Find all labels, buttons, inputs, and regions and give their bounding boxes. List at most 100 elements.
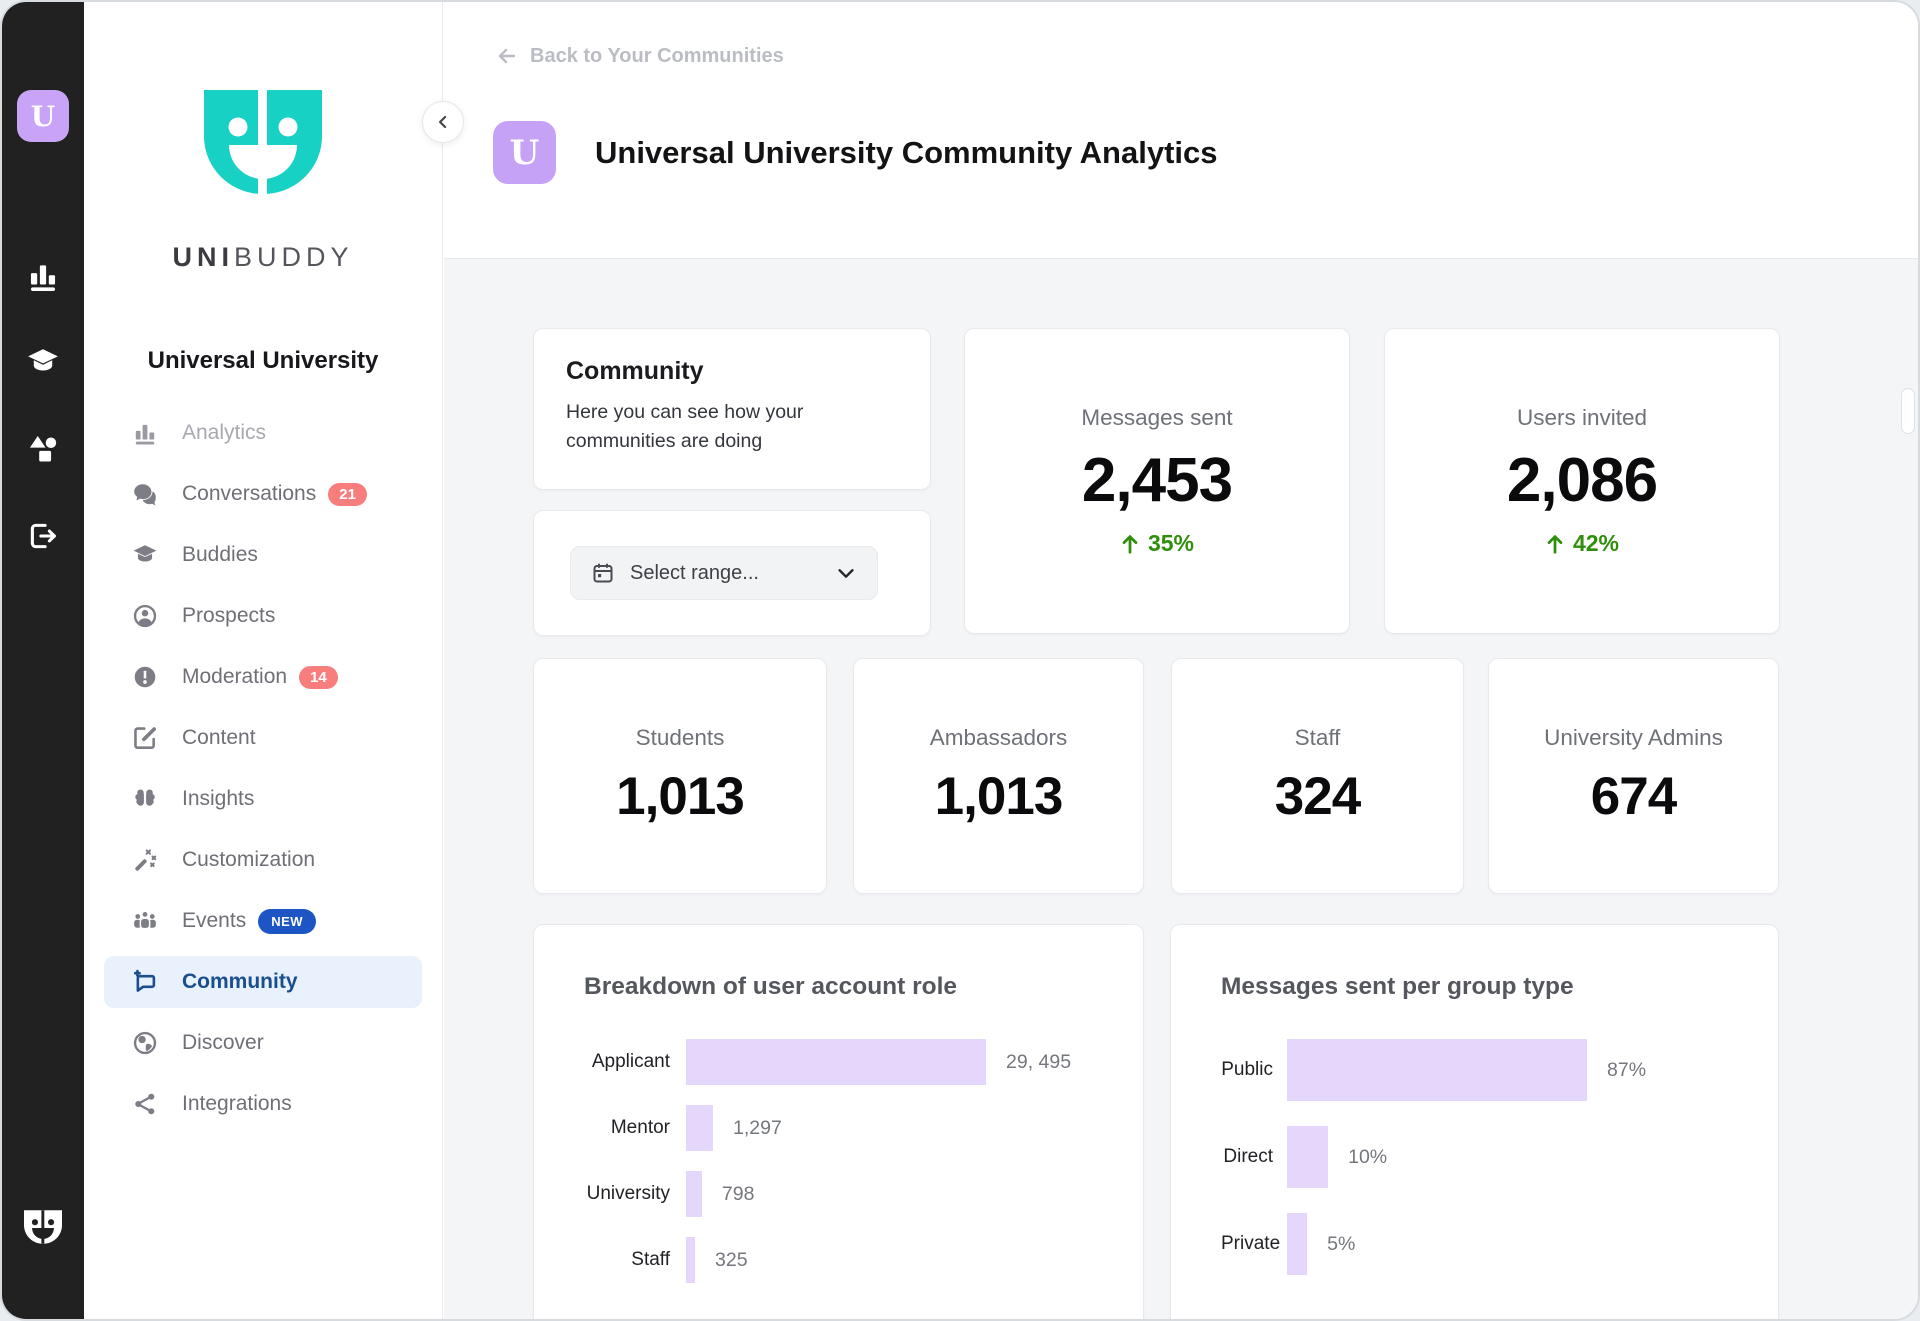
shapes-icon[interactable] [26, 432, 60, 466]
count-value: 674 [1590, 767, 1677, 826]
count-value: 1,013 [616, 767, 745, 826]
person-circle-icon [132, 603, 158, 629]
chart-title: Breakdown of user account role [584, 973, 958, 1000]
kpi-value: 2,453 [1081, 446, 1233, 515]
bar-applicant [686, 1039, 986, 1085]
sidebar-item-buddies[interactable]: Buddies [104, 529, 422, 581]
bar-public [1287, 1039, 1587, 1101]
integrations-icon [132, 1091, 158, 1117]
sidebar-item-community[interactable]: Community [104, 956, 422, 1008]
brand-wordmark-bold: UNI [172, 242, 234, 272]
chart-row: Private 5% [1221, 1213, 1728, 1275]
sidebar-item-integrations[interactable]: Integrations [104, 1078, 422, 1130]
sidebar-item-events[interactable]: Events NEW [104, 895, 422, 947]
chevron-left-icon [439, 115, 447, 129]
kpi-change-value: 35% [1147, 530, 1195, 556]
sidebar-item-customization[interactable]: Customization [104, 834, 422, 886]
moderation-count-badge: 14 [299, 665, 338, 689]
count-label: Students [635, 725, 725, 750]
unibuddy-logo [204, 90, 322, 199]
page-title: Universal University Community Analytics [595, 134, 1218, 170]
chevron-down-icon [835, 562, 857, 584]
sidebar-item-label: Conversations [182, 482, 317, 505]
intro-description: Here you can see how your communities ar… [566, 401, 804, 453]
count-label: Ambassadors [929, 725, 1068, 750]
sidebar-item-label: Discover [182, 1031, 264, 1054]
sidebar-item-analytics[interactable]: Analytics [104, 407, 422, 459]
conversations-count-badge: 21 [328, 482, 367, 506]
community-intro-card: Community Here you can see how your comm… [533, 328, 931, 490]
sidebar-nav: Analytics Conversations 21 Buddies Prosp… [104, 407, 422, 1139]
graduation-cap-icon [132, 542, 158, 568]
sidebar-item-insights[interactable]: Insights [104, 773, 422, 825]
logout-icon[interactable] [26, 519, 60, 553]
count-label: University Admins [1544, 725, 1723, 750]
sidebar-item-label: Community [182, 970, 298, 993]
count-value: 1,013 [934, 767, 1064, 826]
chart-value: 798 [721, 1182, 755, 1205]
chart-category: Applicant [591, 1051, 670, 1072]
sidebar-item-discover[interactable]: Discover [104, 1017, 422, 1069]
messages-sent-card: Messages sent 2,453 35% [964, 328, 1350, 634]
bar-private [1287, 1213, 1308, 1275]
buddies-icon[interactable] [26, 345, 60, 379]
bar-staff [686, 1237, 695, 1283]
exclamation-circle-icon [132, 664, 158, 690]
messages-per-group-type-chart: Messages sent per group type Public 87% … [1170, 924, 1779, 1319]
conversations-icon [132, 481, 158, 507]
bar-university [686, 1171, 702, 1217]
brand-wordmark-light: BUDDY [233, 242, 354, 272]
kpi-value: 2,086 [1506, 446, 1658, 515]
chart-rows: Public 87% Direct 10% Private 5% [1221, 1039, 1728, 1275]
chart-category: Public [1221, 1059, 1273, 1080]
kpi-label: Users invited [1516, 405, 1648, 430]
brain-icon [132, 786, 158, 812]
edit-square-icon [132, 725, 158, 751]
chart-row: Direct 10% [1221, 1126, 1728, 1188]
chart-row: University 798 [584, 1171, 1093, 1217]
back-to-communities-link[interactable]: Back to Your Communities [495, 44, 784, 68]
chart-category: Private [1221, 1233, 1281, 1254]
kpi-label: Messages sent [1081, 405, 1233, 430]
chart-value: 87% [1607, 1058, 1647, 1081]
events-new-badge: NEW [258, 908, 317, 934]
date-range-picker[interactable]: Select range... [570, 546, 878, 600]
chart-category: Staff [631, 1249, 670, 1270]
ambassadors-count-card: Ambassadors 1,013 [853, 658, 1144, 894]
bar-mentor [686, 1105, 713, 1151]
kpi-change-value: 42% [1572, 530, 1620, 556]
sidebar-item-label: Integrations [182, 1092, 292, 1115]
user-account-role-chart: Breakdown of user account role Applicant… [533, 924, 1144, 1319]
analytics-icon [132, 420, 158, 446]
arrow-up-icon [1547, 534, 1563, 554]
chart-value: 1,297 [733, 1116, 782, 1139]
university-admins-count-card: University Admins 674 [1488, 658, 1779, 894]
sidebar-item-moderation[interactable]: Moderation 14 [104, 651, 422, 703]
magic-wand-icon [132, 847, 158, 873]
sidebar: UNIBUDDY Universal University Analytics … [84, 2, 443, 1319]
scrollbar-thumb[interactable] [1901, 388, 1915, 434]
sidebar-item-conversations[interactable]: Conversations 21 [104, 468, 422, 520]
arrow-up-icon [1122, 534, 1138, 554]
sidebar-item-prospects[interactable]: Prospects [104, 590, 422, 642]
count-label: Staff [1294, 725, 1341, 750]
sidebar-item-label: Moderation [182, 665, 288, 688]
chart-row: Mentor 1,297 [584, 1105, 1093, 1151]
analytics-icon[interactable] [26, 259, 60, 293]
sidebar-item-content[interactable]: Content [104, 712, 422, 764]
app-window: U UNIBUDDY Universal University Analytic… [0, 0, 1920, 1321]
sidebar-item-label: Content [182, 726, 256, 749]
students-count-card: Students 1,013 [533, 658, 827, 894]
sidebar-collapse-button[interactable] [422, 101, 464, 143]
sidebar-item-label: Prospects [182, 604, 276, 627]
globe-icon [132, 1030, 158, 1056]
chat-plus-icon [132, 969, 158, 995]
date-range-value: Select range... [630, 561, 759, 584]
chart-value: 325 [715, 1248, 748, 1271]
unibuddy-logo-small [24, 1210, 62, 1244]
staff-count-card: Staff 324 [1171, 658, 1464, 894]
org-name: Universal University [147, 347, 379, 374]
rail-org-avatar[interactable]: U [17, 90, 69, 142]
intro-title: Community [566, 357, 704, 385]
chart-title: Messages sent per group type [1221, 973, 1574, 1000]
